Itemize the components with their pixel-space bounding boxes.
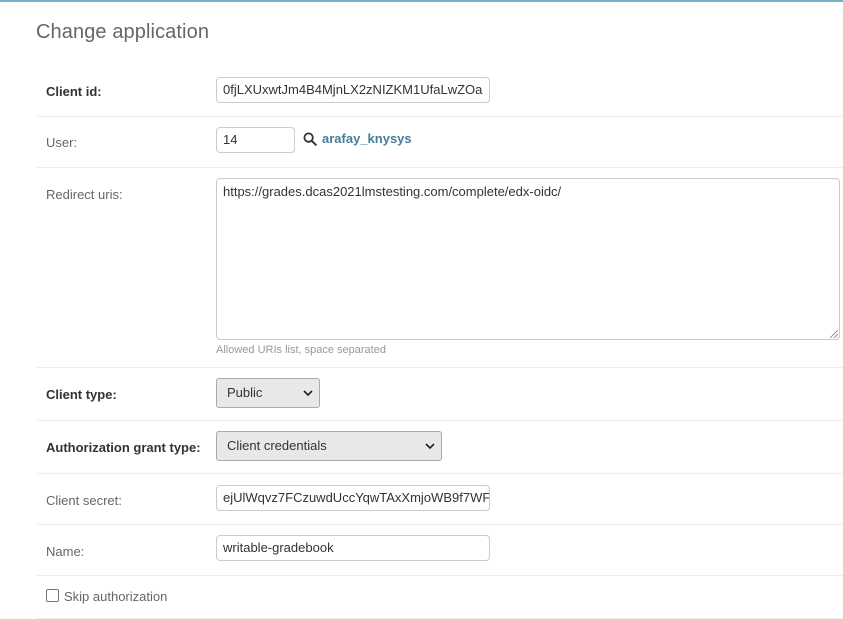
client-type-select[interactable]: Public bbox=[216, 378, 320, 408]
form-row-redirect-uris: Redirect uris: https://grades.dcas2021lm… bbox=[36, 168, 843, 368]
redirect-uris-label: Redirect uris: bbox=[46, 187, 123, 202]
page-title: Change application bbox=[36, 21, 210, 43]
form-row-client-secret: Client secret: ejUlWqvz7FCzuwdUccYqwTAxX… bbox=[36, 474, 843, 525]
form-row-authorization-grant-type: Authorization grant type: Client credent… bbox=[36, 421, 843, 474]
skip-authorization-checkbox[interactable] bbox=[46, 589, 59, 602]
user-link[interactable]: arafay_knysys bbox=[322, 131, 412, 146]
form-row-client-type: Client type: Public bbox=[36, 368, 843, 421]
chevron-down-icon bbox=[303, 390, 313, 397]
chevron-down-icon bbox=[425, 443, 435, 450]
client-type-selected: Public bbox=[227, 385, 263, 400]
form-row-client-id: Client id: 0fjLXUxwtJm4B4MjnLX2zNIZKM1Uf… bbox=[36, 65, 843, 117]
redirect-uris-textarea[interactable]: https://grades.dcas2021lmstesting.com/co… bbox=[216, 178, 840, 340]
resize-handle[interactable] bbox=[830, 330, 838, 338]
redirect-uris-value: https://grades.dcas2021lmstesting.com/co… bbox=[223, 184, 562, 199]
user-id-input[interactable]: 14 bbox=[216, 127, 295, 153]
client-secret-label: Client secret: bbox=[46, 493, 122, 508]
user-label: User: bbox=[46, 135, 78, 150]
form-row-skip-authorization: Skip authorization bbox=[36, 576, 843, 619]
form-row-name: Name: writable-gradebook bbox=[36, 525, 843, 576]
authorization-grant-type-selected: Client credentials bbox=[227, 438, 327, 453]
client-secret-input[interactable]: ejUlWqvz7FCzuwdUccYqwTAxXmjoWB9f7WF bbox=[216, 485, 490, 511]
search-icon[interactable] bbox=[303, 132, 317, 146]
name-label: Name: bbox=[46, 544, 85, 559]
header-accent-bar bbox=[0, 0, 843, 2]
authorization-grant-type-select[interactable]: Client credentials bbox=[216, 431, 442, 461]
authorization-grant-type-label: Authorization grant type: bbox=[46, 440, 201, 455]
form-row-user: User: 14 arafay_knysys bbox=[36, 117, 843, 168]
redirect-uris-help: Allowed URIs list, space separated bbox=[216, 344, 386, 356]
client-type-label: Client type: bbox=[46, 387, 117, 402]
client-id-input[interactable]: 0fjLXUxwtJm4B4MjnLX2zNIZKM1UfaLwZOa bbox=[216, 77, 490, 103]
skip-authorization-label[interactable]: Skip authorization bbox=[64, 589, 167, 604]
client-id-label: Client id: bbox=[46, 84, 102, 99]
name-input[interactable]: writable-gradebook bbox=[216, 535, 490, 561]
